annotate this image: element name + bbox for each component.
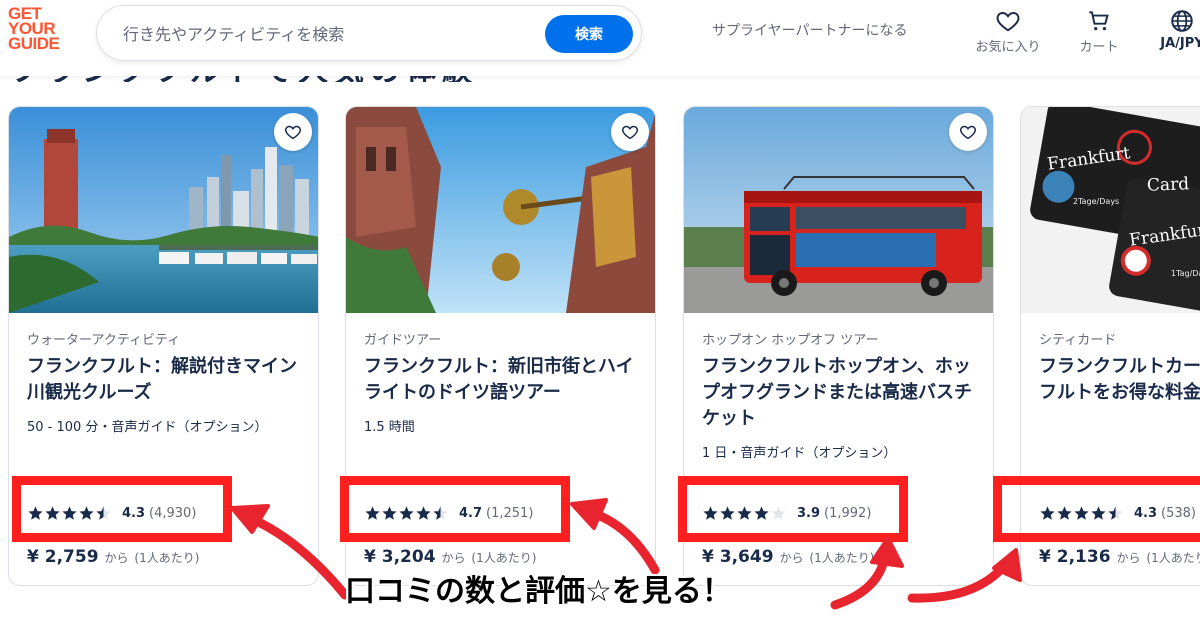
price-from: から [441, 551, 466, 565]
top-header: GET YOUR GUIDE 検索 サプライヤーパートナーになる お気に入り カ… [0, 0, 1200, 76]
rating-highlight-box [340, 476, 570, 542]
heart-icon [996, 12, 1020, 32]
arrow-4-head [992, 548, 1022, 582]
card-image-frankfurt-card[interactable]: Frankfurt Card 2Tage/Days Frankfurt 1Tag… [1021, 107, 1200, 313]
heart-outline-icon [622, 125, 638, 140]
card-category: シティカード [1039, 333, 1117, 348]
cart-icon [1089, 11, 1109, 31]
wishlist-button[interactable] [949, 113, 987, 151]
price-per-person: (1人あたり) [134, 551, 200, 565]
card-price: ¥ 2,759 から (1人あたり) [27, 547, 199, 567]
card-brand-text-suffix: Card [1146, 174, 1190, 196]
search-input[interactable] [123, 22, 503, 46]
price-value: ¥ 2,136 [1039, 547, 1111, 567]
card-category: ウォーターアクティビティ [27, 333, 181, 348]
card-title[interactable]: フランクフルトホップオン、ホップオフグランドまたは高速バスチケット [702, 354, 983, 432]
card-category: ホップオン ホップオフ ツアー [702, 333, 879, 348]
price-per-person: (1人あたり) [471, 551, 537, 565]
heart-outline-icon [960, 125, 976, 140]
price-per-person: (1人あたり) [1146, 551, 1200, 565]
card-image-hop-on-bus[interactable] [684, 107, 993, 313]
card-category: ガイドツアー [364, 333, 442, 348]
favorites-button[interactable]: お気に入り [970, 8, 1046, 55]
card-meta: 50 - 100 分・音声ガイド（オプション） [27, 420, 268, 435]
getyourguide-logo[interactable]: GET YOUR GUIDE [8, 5, 78, 52]
card-image-river-cruise[interactable] [9, 107, 318, 313]
cart-label: カート [1079, 40, 1119, 55]
frankfurt-card-image [1021, 107, 1200, 313]
old-town-image [346, 107, 655, 313]
page: GET YOUR GUIDE 検索 サプライヤーパートナーになる お気に入り カ… [0, 0, 1200, 630]
price-value: ¥ 3,204 [364, 547, 436, 567]
rating-highlight-box [993, 476, 1200, 542]
price-value: ¥ 2,759 [27, 547, 99, 567]
card-validity-text: 2Tage/Days [1073, 197, 1120, 206]
card-price: ¥ 3,204 から (1人あたり) [364, 547, 536, 567]
card-meta: 1.5 時間 [364, 420, 415, 435]
card-image-old-town[interactable] [346, 107, 655, 313]
card-price: ¥ 2,136 から (1人あたり) [1039, 547, 1200, 567]
card-title[interactable]: フランクフルトカードでフランクフルトをお得な料金で [1039, 354, 1200, 406]
price-per-person: (1人あたり) [809, 551, 875, 565]
price-value: ¥ 3,649 [702, 547, 774, 567]
favorites-label: お気に入り [975, 40, 1041, 55]
card-body: シティカード フランクフルトカードでフランクフルトをお得な料金で [1039, 329, 1200, 406]
card-body: ホップオン ホップオフ ツアー フランクフルトホップオン、ホップオフグランドまた… [702, 329, 983, 461]
price-from: から [104, 551, 129, 565]
card-meta: 1 日・音声ガイド（オプション） [702, 446, 897, 461]
rating-highlight-box [678, 476, 908, 542]
card-body: ウォーターアクティビティ フランクフルト：解説付きマイン川観光クルーズ 50 -… [27, 329, 308, 435]
red-bus-image [684, 107, 993, 313]
wishlist-button[interactable] [274, 113, 312, 151]
annotation-caption: 口コミの数と評価☆を見る！ [345, 574, 732, 609]
card-body: ガイドツアー フランクフルト：新旧市街とハイライトのドイツ語ツアー 1.5 時間 [364, 329, 645, 435]
card-validity-text-back: 1Tag/Day [1171, 269, 1200, 278]
price-from: から [1116, 551, 1141, 565]
cart-button[interactable]: カート [1074, 8, 1124, 55]
price-from: から [779, 551, 804, 565]
language-currency-button[interactable]: JA/JPY [1152, 8, 1200, 51]
language-label: JA/JPY [1160, 36, 1200, 51]
card-price: ¥ 3,649 から (1人あたり) [702, 547, 874, 567]
river-skyline-image [9, 107, 318, 313]
wishlist-button[interactable] [611, 113, 649, 151]
search-button[interactable]: 検索 [545, 15, 633, 53]
search-bar: 検索 [96, 5, 642, 61]
heart-outline-icon [285, 125, 301, 140]
card-title[interactable]: フランクフルト：解説付きマイン川観光クルーズ [27, 354, 308, 406]
rating-highlight-box [12, 476, 232, 542]
supplier-partner-link[interactable]: サプライヤーパートナーになる [712, 20, 907, 40]
card-title[interactable]: フランクフルト：新旧市街とハイライトのドイツ語ツアー [364, 354, 645, 406]
globe-icon [1171, 10, 1193, 32]
